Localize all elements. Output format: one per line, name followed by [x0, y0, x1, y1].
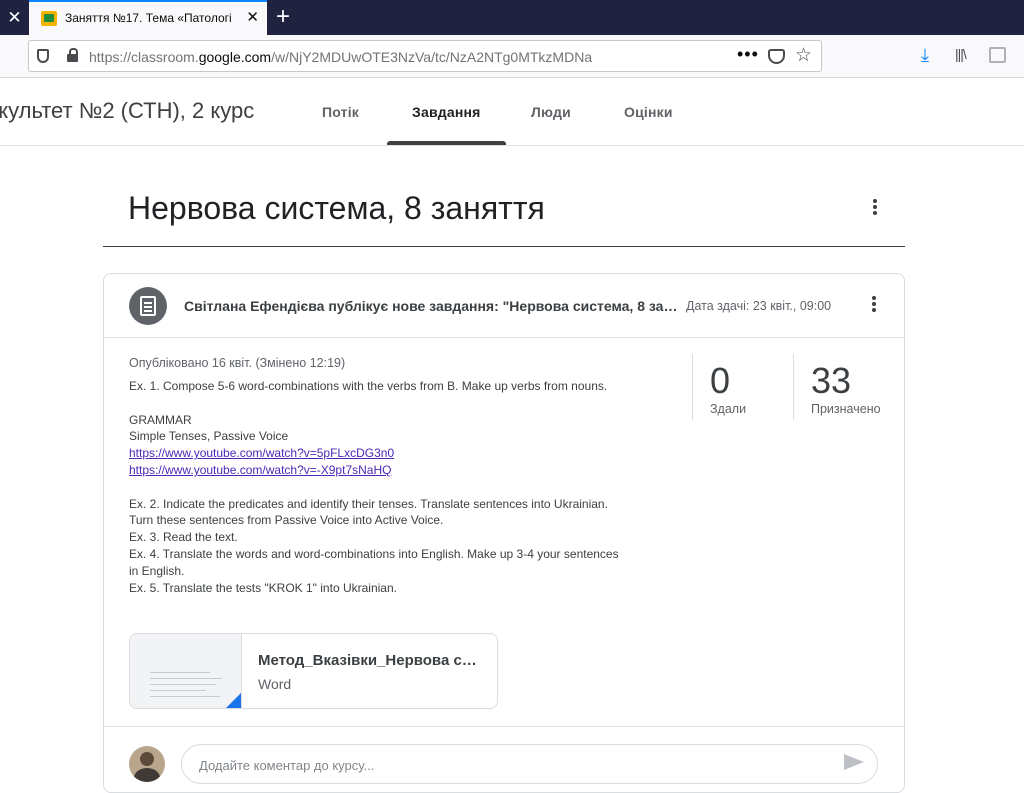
- pocket-icon[interactable]: [768, 49, 785, 64]
- shield-icon[interactable]: [37, 49, 49, 63]
- turned-in-label[interactable]: Здали: [710, 402, 746, 416]
- tab-classwork[interactable]: Завдання: [412, 104, 481, 120]
- assigned-label[interactable]: Призначено: [811, 402, 881, 416]
- classroom-favicon-icon: [41, 11, 57, 26]
- browser-tab-active[interactable]: Заняття №17. Тема «Патологі ✕: [29, 0, 267, 35]
- assigned-count[interactable]: 33: [811, 360, 851, 402]
- topic-divider: [103, 246, 905, 247]
- stats-divider: [793, 354, 794, 420]
- description-line: Simple Tenses, Passive Voice: [129, 429, 289, 444]
- youtube-link-2[interactable]: https://www.youtube.com/watch?v=-X9pt7sN…: [129, 463, 391, 477]
- description-line: Ex. 3. Read the text.: [129, 530, 238, 545]
- browser-tabstrip: ✕ Заняття №17. Тема «Патологі ✕ +: [0, 0, 1024, 35]
- attachment-type: Word: [258, 676, 292, 692]
- stats-divider: [692, 354, 693, 420]
- class-title[interactable]: акультет №2 (СТН), 2 курс: [0, 98, 254, 124]
- library-icon[interactable]: |||\: [955, 46, 967, 62]
- card-footer-divider: [104, 726, 904, 727]
- attachment-card[interactable]: Метод_Вказівки_Нервова система Word: [129, 633, 498, 709]
- comment-placeholder: Додайте коментар до курсу...: [199, 758, 375, 773]
- word-file-corner-icon: [224, 693, 241, 708]
- description-line: Turn these sentences from Passive Voice …: [129, 513, 444, 528]
- attachment-thumbnail: [130, 634, 242, 708]
- assignment-header-title[interactable]: Світлана Ефендієва публікує нове завданн…: [184, 298, 682, 314]
- description-line: in English.: [129, 563, 185, 578]
- active-tab-indicator: [387, 141, 506, 145]
- browser-tab-title: Заняття №17. Тема «Патологі: [65, 11, 232, 25]
- url-bar[interactable]: https://classroom.google.com/w/NjY2MDUwO…: [28, 40, 822, 72]
- page-actions-menu-icon[interactable]: •••: [737, 44, 759, 65]
- assignment-card: Світлана Ефендієва публікує нове завданн…: [103, 273, 905, 793]
- posted-timestamp: Опубліковано 16 квіт. (Змінено 12:19): [129, 356, 346, 370]
- url-text[interactable]: https://classroom.google.com/w/NjY2MDUwO…: [89, 49, 592, 65]
- sidebar-icon[interactable]: [989, 47, 1006, 63]
- tab-people[interactable]: Люди: [531, 104, 571, 120]
- topic-more-options-icon[interactable]: [863, 197, 887, 221]
- assignment-more-options-icon[interactable]: [862, 294, 886, 318]
- avatar: [129, 746, 165, 782]
- tab-grades[interactable]: Оцінки: [624, 104, 673, 120]
- tab-close-icon[interactable]: ✕: [246, 8, 259, 26]
- topic-title: Нервова система, 8 заняття: [128, 190, 545, 226]
- description-line: Ex. 5. Translate the tests "KROK 1" into…: [129, 580, 397, 595]
- download-icon[interactable]: ⤓: [921, 44, 929, 66]
- assignment-due-date: Дата здачі: 23 квіт., 09:00: [686, 299, 832, 313]
- attachment-name[interactable]: Метод_Вказівки_Нервова система: [258, 652, 478, 669]
- description-line: Ex. 1. Compose 5-6 word-combinations wit…: [129, 379, 608, 393]
- browser-navbar: https://classroom.google.com/w/NjY2MDUwO…: [0, 35, 1024, 78]
- turned-in-count[interactable]: 0: [710, 360, 730, 402]
- description-line: [129, 479, 689, 496]
- classroom-header: акультет №2 (СТН), 2 курс Потік Завдання…: [0, 78, 1024, 146]
- description-line: GRAMMAR: [129, 412, 192, 427]
- tab-stream[interactable]: Потік: [322, 104, 359, 120]
- description-line: Ex. 2. Indicate the predicates and ident…: [129, 496, 608, 511]
- new-tab-icon[interactable]: +: [276, 2, 290, 32]
- description-line: [129, 395, 689, 412]
- assignment-card-header[interactable]: Світлана Ефендієва публікує нове завданн…: [104, 274, 904, 338]
- lock-icon[interactable]: [67, 48, 78, 62]
- assignment-icon: [129, 287, 167, 325]
- previous-tab-close-icon[interactable]: ✕: [0, 0, 29, 35]
- assignment-description: Ex. 1. Compose 5-6 word-combinations wit…: [129, 378, 689, 596]
- youtube-link-1[interactable]: https://www.youtube.com/watch?v=5pFLxcDG…: [129, 446, 394, 460]
- bookmark-star-icon[interactable]: ☆: [795, 44, 812, 67]
- class-comment-input[interactable]: Додайте коментар до курсу...: [181, 744, 878, 784]
- description-line: Ex. 4. Translate the words and word-comb…: [129, 546, 619, 561]
